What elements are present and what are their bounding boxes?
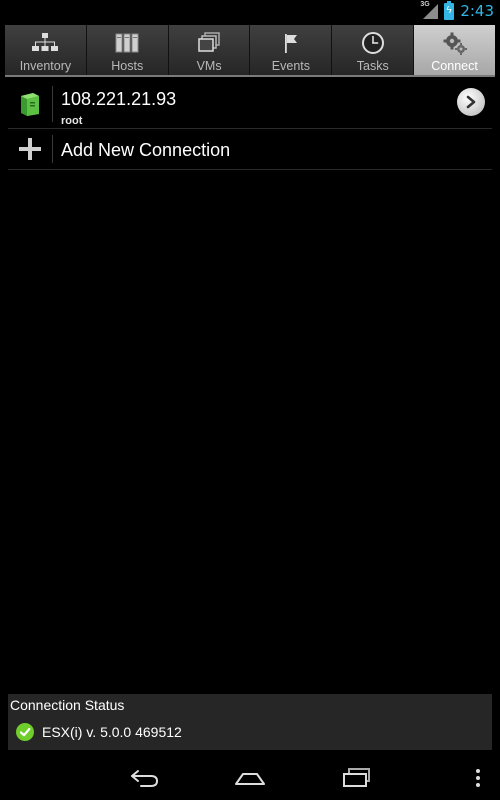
tab-tasks[interactable]: Tasks: [332, 25, 415, 75]
tab-underline: [5, 75, 495, 77]
tab-label: Hosts: [111, 59, 144, 73]
hosts-servers-icon: [114, 31, 140, 55]
home-icon[interactable]: [233, 764, 267, 792]
server-green-icon: [8, 80, 52, 128]
tab-hosts[interactable]: Hosts: [86, 25, 169, 75]
add-connection-label: Add New Connection: [61, 140, 231, 160]
connection-item[interactable]: 108.221.21.93 root: [8, 80, 492, 129]
tab-label: Tasks: [356, 59, 389, 73]
status-bar: 3G ϟ 2:43: [0, 0, 500, 22]
clock-icon: [360, 31, 386, 55]
chevron-right-icon[interactable]: [457, 88, 485, 116]
tab-vms[interactable]: VMs: [168, 25, 251, 75]
plus-icon: [8, 129, 52, 169]
inventory-tree-icon: [32, 31, 59, 55]
check-circle-icon: [16, 723, 34, 741]
tab-label: Connect: [431, 59, 478, 73]
recent-apps-icon[interactable]: [340, 764, 374, 792]
connection-status-value: ESX(i) v. 5.0.0 469512: [42, 724, 182, 740]
flag-icon: [278, 31, 304, 55]
nav-bar: [0, 756, 500, 800]
tab-events[interactable]: Events: [250, 25, 333, 75]
row-separator: [52, 135, 53, 163]
tab-label: Events: [271, 59, 310, 73]
connection-list: 108.221.21.93 root Add New Connection: [8, 80, 492, 170]
battery-icon: ϟ: [444, 0, 455, 20]
vms-stack-icon: [196, 31, 222, 55]
tab-label: VMs: [196, 59, 222, 73]
tab-connect[interactable]: Connect: [414, 25, 495, 75]
menu-overflow-icon[interactable]: [470, 764, 486, 792]
tab-inventory[interactable]: Inventory: [5, 25, 87, 75]
gears-icon: [442, 31, 468, 55]
clock-time: 2:43: [460, 2, 494, 20]
status-icons: 3G ϟ 2:43: [420, 0, 494, 20]
back-icon[interactable]: [128, 764, 162, 792]
connection-status-header: Connection Status: [10, 697, 125, 713]
row-separator: [52, 86, 53, 122]
connection-status-panel: Connection Status ESX(i) v. 5.0.0 469512: [8, 694, 492, 750]
connection-host: 108.221.21.93: [61, 89, 177, 109]
tab-label: Inventory: [19, 59, 72, 73]
connection-status-line: ESX(i) v. 5.0.0 469512: [16, 723, 182, 741]
add-connection-item[interactable]: Add New Connection: [8, 129, 492, 170]
tab-bar: Inventory Hosts VMs Events Tasks Connect: [5, 25, 495, 77]
connection-user: root: [61, 115, 83, 127]
signal-icon: 3G: [420, 1, 439, 19]
